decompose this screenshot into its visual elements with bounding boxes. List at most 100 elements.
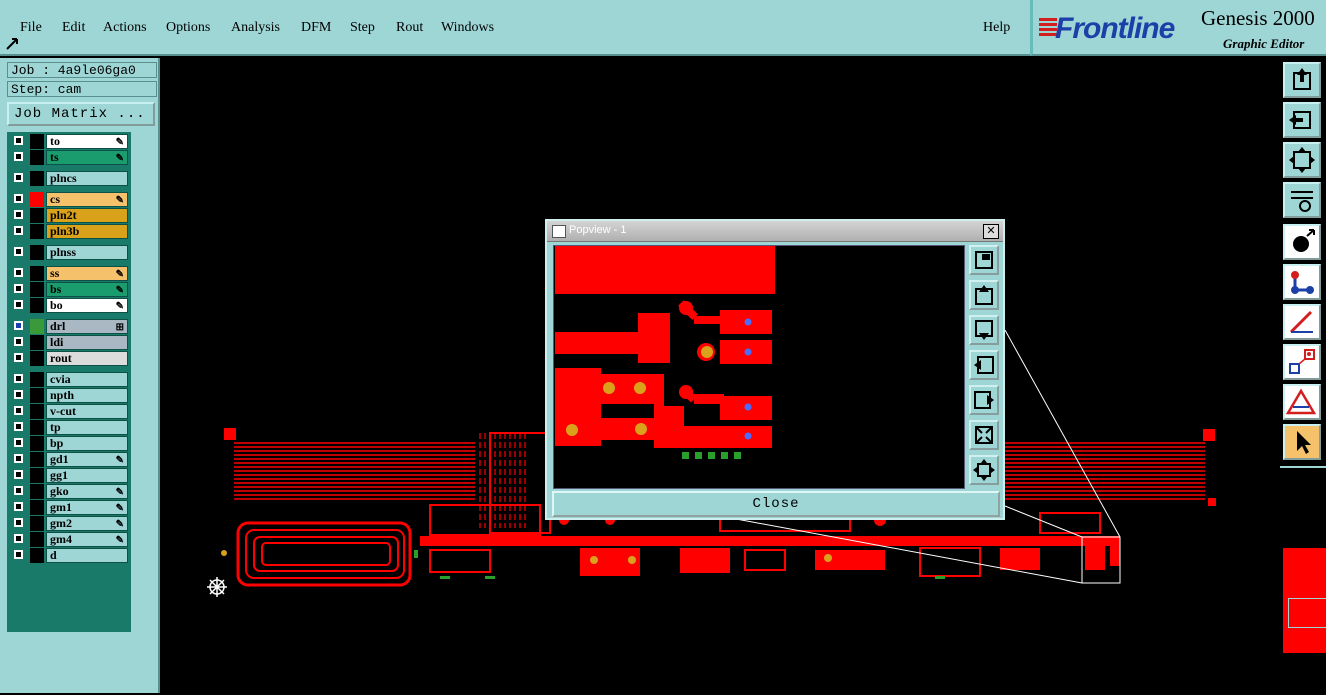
layer-row-bo[interactable]: bo ✎ xyxy=(10,298,128,313)
close-icon[interactable]: ✕ xyxy=(983,224,999,239)
layer-checkbox[interactable] xyxy=(14,390,23,399)
layer-checkbox[interactable] xyxy=(14,353,23,362)
layer-name[interactable]: npth xyxy=(46,388,128,403)
layer-color-swatch[interactable] xyxy=(30,548,44,563)
layer-color-swatch[interactable] xyxy=(30,372,44,387)
layer-name[interactable]: drl ⊞ xyxy=(46,319,128,334)
layer-color-swatch[interactable] xyxy=(30,208,44,223)
close-button[interactable]: Close xyxy=(552,491,1000,517)
layer-color-swatch[interactable] xyxy=(30,171,44,186)
layer-checkbox[interactable] xyxy=(14,194,23,203)
window-left-tool[interactable] xyxy=(1283,102,1321,138)
layer-color-swatch[interactable] xyxy=(30,282,44,297)
layer-color-swatch[interactable] xyxy=(30,351,44,366)
layer-row-gm4[interactable]: gm4 ✎ xyxy=(10,532,128,547)
pan-left-button[interactable] xyxy=(969,350,999,380)
layer-color-swatch[interactable] xyxy=(30,224,44,239)
layer-row-to[interactable]: to ✎ xyxy=(10,134,128,149)
layer-row-gm2[interactable]: gm2 ✎ xyxy=(10,516,128,531)
layer-row-cvia[interactable]: cvia xyxy=(10,372,128,387)
layer-checkbox[interactable] xyxy=(14,534,23,543)
feature-tool[interactable] xyxy=(1283,224,1321,260)
layer-name[interactable]: tp xyxy=(46,420,128,435)
layer-name[interactable]: gm1 ✎ xyxy=(46,500,128,515)
zoom-window-button[interactable] xyxy=(969,245,999,275)
layer-color-swatch[interactable] xyxy=(30,298,44,313)
layer-name[interactable]: bs ✎ xyxy=(46,282,128,297)
menu-windows[interactable]: Windows xyxy=(441,20,494,36)
zoom-in-button[interactable] xyxy=(969,420,999,450)
layer-row-plncs[interactable]: plncs xyxy=(10,171,128,186)
layer-checkbox[interactable] xyxy=(14,454,23,463)
layer-checkbox[interactable] xyxy=(14,284,23,293)
layer-checkbox[interactable] xyxy=(14,422,23,431)
layer-name[interactable]: pln2t xyxy=(46,208,128,223)
layer-row-d[interactable]: d xyxy=(10,548,128,563)
select-tool[interactable] xyxy=(1283,424,1321,460)
layer-checkbox[interactable] xyxy=(14,550,23,559)
layer-name[interactable]: ss ✎ xyxy=(46,266,128,281)
layer-row-ts[interactable]: ts ✎ xyxy=(10,150,128,165)
layer-checkbox[interactable] xyxy=(14,486,23,495)
layer-checkbox[interactable] xyxy=(14,247,23,256)
layer-checkbox[interactable] xyxy=(14,470,23,479)
layer-color-swatch[interactable] xyxy=(30,500,44,515)
layer-color-swatch[interactable] xyxy=(30,192,44,207)
layer-name[interactable]: gm2 ✎ xyxy=(46,516,128,531)
layer-checkbox[interactable] xyxy=(14,268,23,277)
layer-color-swatch[interactable] xyxy=(30,532,44,547)
layer-row-gm1[interactable]: gm1 ✎ xyxy=(10,500,128,515)
layer-name[interactable]: ts ✎ xyxy=(46,150,128,165)
layer-checkbox[interactable] xyxy=(14,502,23,511)
layer-checkbox[interactable] xyxy=(14,173,23,182)
layer-color-swatch[interactable] xyxy=(30,420,44,435)
open-window-tool[interactable] xyxy=(1283,62,1321,98)
menu-dfm[interactable]: DFM xyxy=(301,20,331,36)
menu-step[interactable]: Step xyxy=(350,20,375,36)
menu-actions[interactable]: Actions xyxy=(103,20,147,36)
popview-canvas[interactable] xyxy=(553,245,965,489)
layer-color-swatch[interactable] xyxy=(30,388,44,403)
connect-tool[interactable] xyxy=(1283,264,1321,300)
layer-row-plnss[interactable]: plnss xyxy=(10,245,128,260)
layer-name[interactable]: gg1 xyxy=(46,468,128,483)
layer-color-swatch[interactable] xyxy=(30,468,44,483)
layer-checkbox[interactable] xyxy=(14,136,23,145)
layer-name[interactable]: v-cut xyxy=(46,404,128,419)
layer-row-ldi[interactable]: ldi xyxy=(10,335,128,350)
layer-checkbox[interactable] xyxy=(14,518,23,527)
job-matrix-button[interactable]: Job Matrix ... xyxy=(7,102,155,126)
layer-row-bs[interactable]: bs ✎ xyxy=(10,282,128,297)
pan-down-button[interactable] xyxy=(969,315,999,345)
layer-name[interactable]: ldi xyxy=(46,335,128,350)
layer-color-swatch[interactable] xyxy=(30,150,44,165)
layer-color-swatch[interactable] xyxy=(30,134,44,149)
layer-checkbox[interactable] xyxy=(14,210,23,219)
layer-row-gd1[interactable]: gd1 ✎ xyxy=(10,452,128,467)
layer-name[interactable]: cvia xyxy=(46,372,128,387)
menu-file[interactable]: File xyxy=(20,20,42,36)
layer-row-bp[interactable]: bp xyxy=(10,436,128,451)
layer-name[interactable]: bo ✎ xyxy=(46,298,128,313)
layer-checkbox[interactable] xyxy=(14,152,23,161)
layer-row-pln3b[interactable]: pln3b xyxy=(10,224,128,239)
layer-name[interactable]: plncs xyxy=(46,171,128,186)
fit-view-tool[interactable] xyxy=(1283,142,1321,178)
layer-color-swatch[interactable] xyxy=(30,245,44,260)
zoom-out-button[interactable] xyxy=(969,455,999,485)
layer-row-tp[interactable]: tp xyxy=(10,420,128,435)
thumbnail-view[interactable] xyxy=(1280,466,1326,695)
layer-color-swatch[interactable] xyxy=(30,266,44,281)
drc-tool[interactable] xyxy=(1283,384,1321,420)
popview-titlebar[interactable]: Popview - 1 ✕ xyxy=(547,221,1003,242)
layer-color-swatch[interactable] xyxy=(30,404,44,419)
layer-row-gko[interactable]: gko ✎ xyxy=(10,484,128,499)
layer-checkbox[interactable] xyxy=(14,226,23,235)
layer-color-swatch[interactable] xyxy=(30,436,44,451)
layer-name[interactable]: gm4 ✎ xyxy=(46,532,128,547)
snap-tool[interactable] xyxy=(1283,344,1321,380)
layer-row-gg1[interactable]: gg1 xyxy=(10,468,128,483)
layer-name[interactable]: gko ✎ xyxy=(46,484,128,499)
layer-color-swatch[interactable] xyxy=(30,319,44,334)
menu-help[interactable]: Help xyxy=(983,20,1010,36)
